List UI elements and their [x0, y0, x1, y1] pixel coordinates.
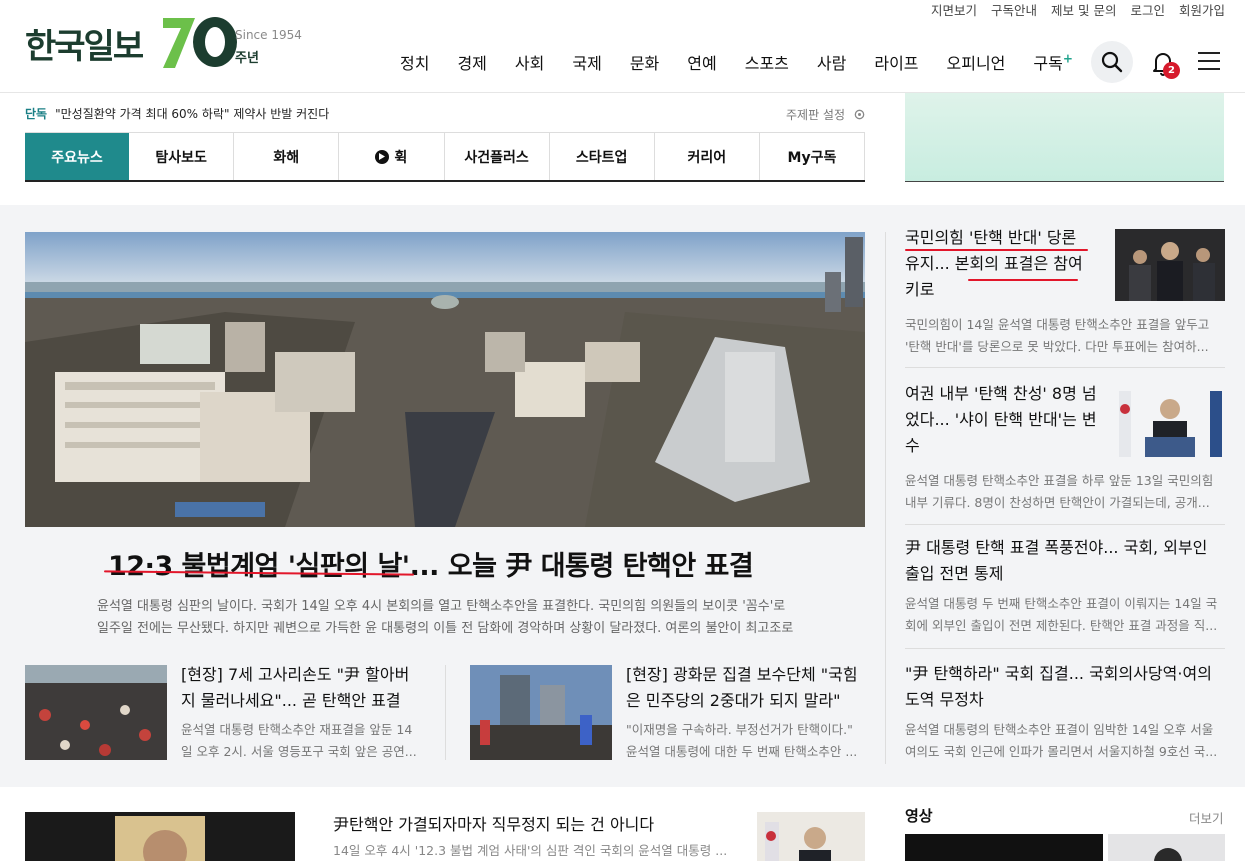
right-article-1-underline-2	[968, 279, 1078, 281]
right-article-2-thumbnail[interactable]	[1115, 385, 1225, 457]
tab-hwik[interactable]: 휙	[339, 133, 445, 180]
tab-main-news[interactable]: 주요뉴스	[25, 133, 130, 180]
util-link-subscribe-info[interactable]: 구독안내	[991, 0, 1037, 18]
video-section-title: 영상	[905, 807, 933, 825]
nav-subscribe-label: 구독	[1033, 54, 1063, 73]
edition-setting-label: 주제판 설정	[786, 108, 846, 122]
anniversary-70-logo	[163, 17, 237, 68]
hero-summary[interactable]: 윤석열 대통령 심판의 날이다. 국회가 14일 오후 4시 본회의를 열고 탄…	[97, 596, 797, 640]
right-article-4-summary[interactable]: 윤석열 대통령의 탄핵소추안 표결이 임박한 14일 오후 서울 여의도 국회 …	[905, 719, 1223, 763]
breaking-tag: 단독	[25, 107, 48, 121]
right-article-2-summary[interactable]: 윤석열 대통령 탄핵소추안 표결을 하루 앞둔 13일 국민의힘 내부 기류다.…	[905, 470, 1223, 514]
nav-people[interactable]: 사람	[803, 50, 860, 74]
tab-hwik-label: 휙	[394, 149, 408, 166]
tab-my-subscription[interactable]: My구독	[760, 133, 865, 180]
section-tabs: 주요뉴스 탐사보도 화해 휙 사건플러스 스타트업 커리어 My구독	[25, 132, 865, 182]
gear-icon	[854, 109, 865, 120]
tab-reconciliation[interactable]: 화해	[234, 133, 340, 180]
play-icon	[375, 149, 390, 164]
plus-icon: +	[1062, 51, 1073, 66]
hero-image[interactable]	[25, 232, 865, 527]
nav-society[interactable]: 사회	[501, 50, 558, 74]
bottom-article-title[interactable]: 尹탄핵안 가결되자마자 직무정지 되는 건 아니다	[333, 811, 654, 835]
logo-since: Since 1954	[235, 28, 302, 42]
sub-article-1-title[interactable]: [현장] 7세 고사리손도 "尹 할아버지 물러나세요"... 곧 탄핵안 표결	[181, 662, 421, 714]
sub-article-2-thumbnail[interactable]	[470, 665, 612, 760]
hamburger-menu-icon[interactable]	[1198, 52, 1220, 72]
nav-subscribe[interactable]: 구독+	[1019, 50, 1087, 74]
notification-badge: 2	[1163, 62, 1180, 79]
nav-sports[interactable]: 스포츠	[731, 50, 803, 74]
logo-anniversary: 주년	[235, 51, 259, 66]
edition-setting[interactable]: 주제판 설정	[786, 106, 866, 123]
search-icon	[1101, 51, 1123, 73]
sub-article-1-summary[interactable]: 윤석열 대통령 탄핵소추안 재표결을 앞둔 14일 오후 2시. 서울 영등포구…	[181, 719, 423, 763]
video-thumbnail-1[interactable]	[905, 834, 1103, 861]
search-button[interactable]	[1091, 41, 1133, 83]
right-article-4-title[interactable]: "尹 탄핵하라" 국회 집결... 국회의사당역·여의도역 무정차	[905, 661, 1223, 713]
bottom-article-2-thumbnail[interactable]	[757, 812, 865, 861]
tab-startup[interactable]: 스타트업	[550, 133, 655, 180]
right-column-divider	[885, 232, 886, 764]
tab-investigative[interactable]: 탐사보도	[129, 133, 235, 180]
right-article-divider	[905, 367, 1225, 368]
right-article-1-summary[interactable]: 국민의힘이 14일 윤석열 대통령 탄핵소추안 표결을 앞두고 '탄핵 반대'를…	[905, 314, 1223, 358]
nav-economy[interactable]: 경제	[443, 50, 500, 74]
utility-links: 지면보기 구독안내 제보 및 문의 로그인 회원가입	[931, 0, 1225, 18]
sub-article-2-title[interactable]: [현장] 광화문 집결 보수단체 "국힘은 민주당의 2중대가 되지 말라"	[626, 662, 866, 714]
right-article-divider	[905, 648, 1225, 649]
tab-case-plus[interactable]: 사건플러스	[445, 133, 550, 180]
util-link-signup[interactable]: 회원가입	[1179, 0, 1225, 18]
video-thumbnail-2[interactable]	[1108, 834, 1225, 861]
right-article-1-title[interactable]: 국민의힘 '탄핵 반대' 당론 유지... 본회의 표결은 참여키로	[905, 225, 1095, 303]
right-article-1-thumbnail[interactable]	[1115, 229, 1225, 301]
sub-article-1-thumbnail[interactable]	[25, 665, 167, 760]
main-nav: 정치 경제 사회 국제 문화 연예 스포츠 사람 라이프 오피니언 구독+	[386, 50, 1087, 74]
right-article-3-summary[interactable]: 윤석열 대통령 두 번째 탄핵소추안 표결이 이뤄지는 14일 국회에 외부인 …	[905, 593, 1223, 637]
nav-politics[interactable]: 정치	[386, 50, 443, 74]
right-article-1-underline-1	[905, 249, 1088, 251]
right-article-2-title[interactable]: 여권 내부 '탄핵 찬성' 8명 넘었다... '샤이 탄핵 반대'는 변수	[905, 381, 1105, 459]
tab-career[interactable]: 커리어	[655, 133, 760, 180]
hero-headline[interactable]: 12·3 불법계엄 '심판의 날'... 오늘 尹 대통령 탄핵안 표결	[108, 544, 754, 583]
nav-culture[interactable]: 문화	[616, 50, 673, 74]
column-divider	[445, 665, 446, 760]
logo-wordmark: 한국일보	[25, 26, 144, 67]
breaking-news[interactable]: 단독 "만성질환약 가격 최대 60% 하락" 제약사 반발 커진다	[25, 105, 329, 122]
sub-article-2-summary[interactable]: "이재명을 구속하라. 부정선거가 탄핵이다." 윤석열 대통령에 대한 두 번…	[626, 719, 868, 763]
nav-life[interactable]: 라이프	[860, 50, 932, 74]
util-link-report[interactable]: 제보 및 문의	[1051, 0, 1116, 18]
right-article-divider	[905, 524, 1225, 525]
util-link-login[interactable]: 로그인	[1130, 0, 1165, 18]
nav-entertainment[interactable]: 연예	[673, 50, 730, 74]
site-logo[interactable]: 한국일보 Since 1954 주년	[25, 14, 302, 72]
bottom-article-thumbnail[interactable]	[25, 812, 295, 861]
advertisement-banner[interactable]	[905, 93, 1224, 182]
nav-opinion[interactable]: 오피니언	[933, 50, 1020, 74]
util-link-print[interactable]: 지면보기	[931, 0, 977, 18]
right-article-3-title[interactable]: 尹 대통령 탄핵 표결 폭풍전야... 국회, 외부인 출입 전면 통제	[905, 535, 1223, 587]
nav-international[interactable]: 국제	[558, 50, 615, 74]
video-more-link[interactable]: 더보기	[1189, 808, 1224, 827]
breaking-text: "만성질환약 가격 최대 60% 하락" 제약사 반발 커진다	[55, 107, 330, 121]
bottom-article-summary[interactable]: 14일 오후 4시 '12.3 불법 계엄 사태'의 심판 격인 국회의 윤석열…	[333, 840, 727, 859]
